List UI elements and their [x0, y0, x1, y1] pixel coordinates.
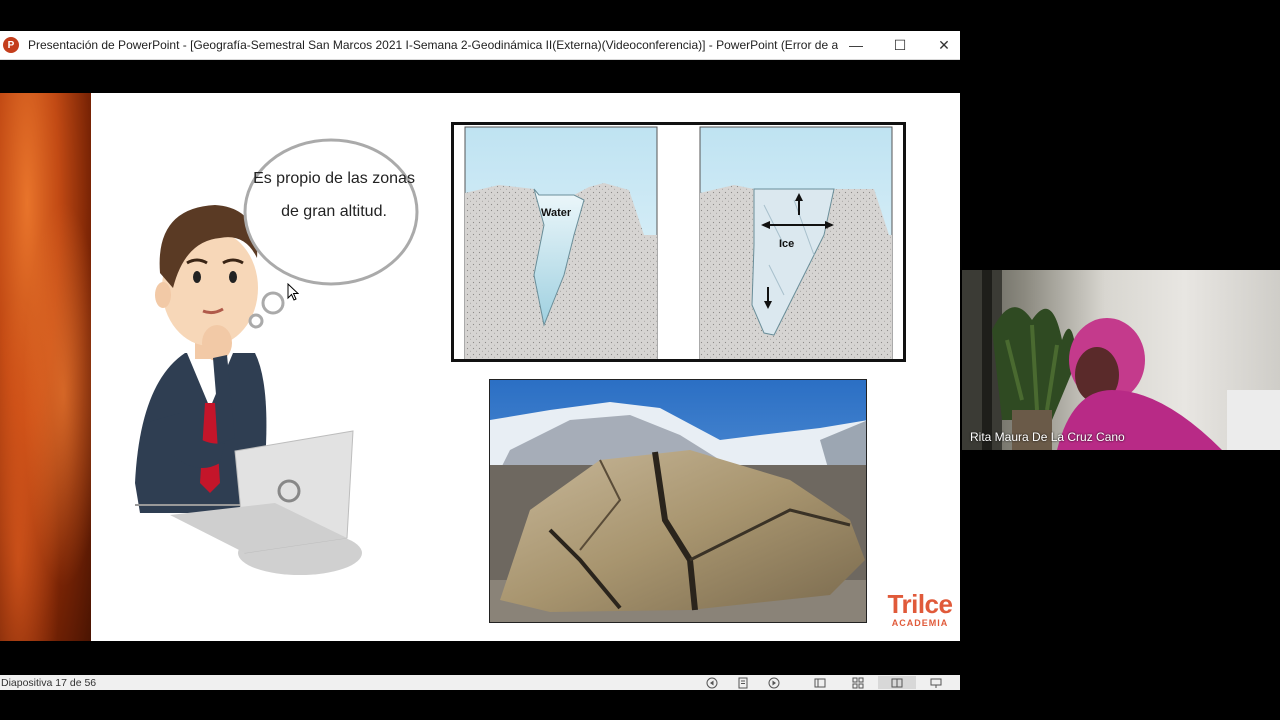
slide-sorter-icon[interactable] [851, 676, 865, 689]
notes-icon[interactable] [736, 676, 750, 689]
diagram-label-water: Water [541, 207, 572, 219]
slide-counter: Diapositiva 17 de 56 [1, 676, 97, 689]
mouse-cursor-icon [287, 283, 299, 301]
participant-name: Rita Maura De La Cruz Cano [970, 430, 1125, 444]
split-rock-photo [489, 379, 867, 623]
diagram-label-ice: Ice [779, 238, 795, 250]
close-button[interactable]: ✕ [922, 31, 966, 59]
frost-wedging-diagram: Water Ice [451, 122, 906, 362]
window-title: Presentación de PowerPoint - [Geografía-… [28, 38, 838, 52]
trilce-logo: Trilce ACADEMIA [887, 589, 953, 628]
thought-bubble-text: Es propio de las zonas de gran altitud. [253, 170, 415, 220]
next-slide-icon[interactable] [767, 676, 781, 689]
slide-canvas[interactable]: Es propio de las zonas de gran altitud. [0, 93, 960, 641]
maximize-button[interactable]: ☐ [878, 31, 922, 59]
slideshow-icon[interactable] [929, 676, 943, 689]
reading-view-icon[interactable] [878, 676, 916, 689]
minimize-button[interactable]: — [834, 31, 878, 59]
powerpoint-icon: P [3, 37, 19, 53]
window-titlebar: P Presentación de PowerPoint - [Geografí… [0, 31, 960, 60]
participant-video-tile[interactable]: Rita Maura De La Cruz Cano [962, 270, 1280, 450]
normal-view-icon[interactable] [813, 676, 827, 689]
previous-slide-icon[interactable] [705, 676, 719, 689]
decorative-photo-strip [0, 93, 91, 641]
